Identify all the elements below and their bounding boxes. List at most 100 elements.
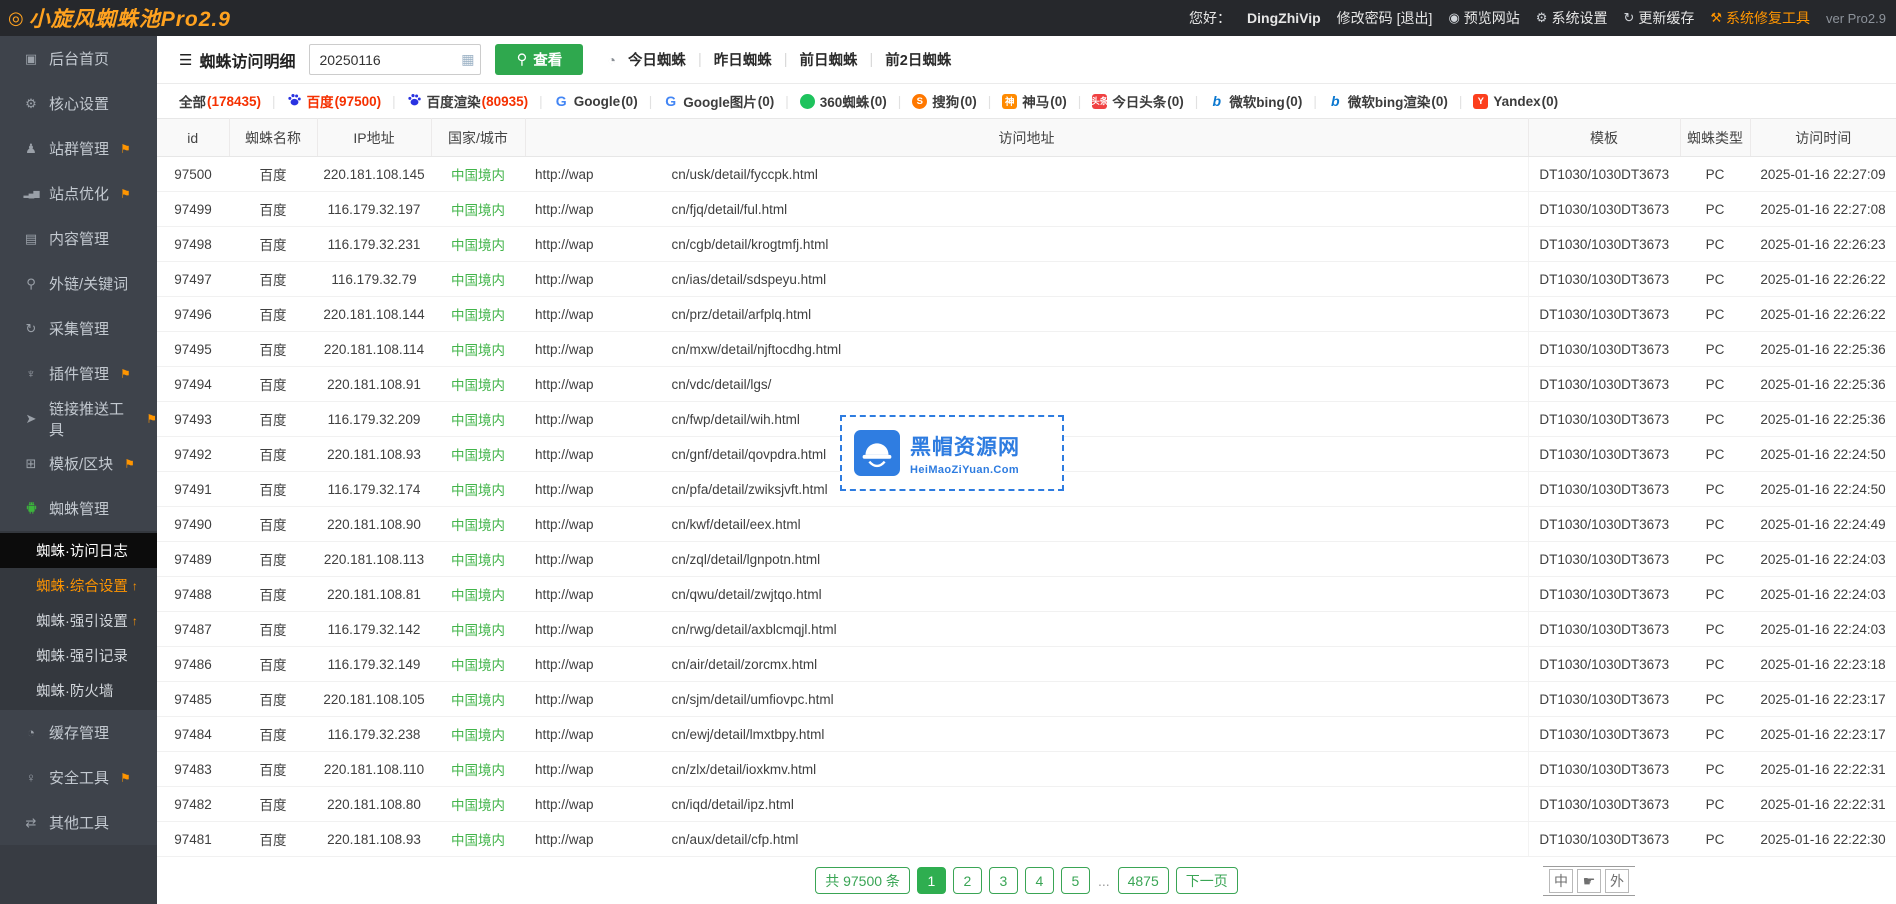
system-settings-link[interactable]: ⚙ 系统设置 <box>1536 8 1608 28</box>
toolbar: ☰ 蜘蛛访问明细 ▦ ⚲ 查看 ◔ 今日蜘蛛 | 昨日蜘蛛 | 前日蜘 <box>157 36 1896 84</box>
page-button[interactable]: 3 <box>989 867 1018 894</box>
sidebar-item-collect[interactable]: ↻ 采集管理 <box>0 306 157 351</box>
header-menu: 您好： DingZhiVip 修改密码 [退出] ◉ 预览网站 ⚙ 系统设置 ↻… <box>1189 8 1886 28</box>
cell-spider-name: 百度 <box>229 787 317 822</box>
filter-sogou[interactable]: S 搜狗(0) <box>887 91 977 111</box>
submenu-spider-force-settings[interactable]: 蜘蛛·强引设置 ↑ <box>0 603 157 638</box>
filter-360[interactable]: 360蜘蛛(0) <box>774 91 887 111</box>
sidebar-item-plugins[interactable]: ♆ 插件管理 ⚑ <box>0 351 157 396</box>
preview-site-link[interactable]: ◉ 预览网站 <box>1448 8 1519 28</box>
translate-widget[interactable]: 中 ☛ 外 <box>1543 866 1635 896</box>
sidebar-item-dashboard[interactable]: ▣ 后台首页 <box>0 36 157 81</box>
filter-google[interactable]: G Google(0) <box>528 94 638 109</box>
cell-url: http://wapcn/mxw/detail/njftocdhg.html <box>525 332 1528 367</box>
date-input[interactable] <box>319 52 461 68</box>
plug-icon: ♆ <box>22 366 40 381</box>
sidebar-item-link-push[interactable]: ➤ 链接推送工具 ⚑ <box>0 396 157 441</box>
sidebar-item-site-optimize[interactable]: ▂▄▆ 站点优化 ⚑ <box>0 171 157 216</box>
change-password-link[interactable]: 修改密码 <box>1337 8 1393 28</box>
quicklink-3days-ago[interactable]: 前2日蜘蛛 <box>885 49 951 70</box>
quicklink-2days-ago[interactable]: 前日蜘蛛 <box>800 49 858 70</box>
page-button[interactable]: 1 <box>917 867 946 894</box>
submenu-spider-force-records[interactable]: 蜘蛛·强引记录 <box>0 638 157 673</box>
heimao-logo-icon <box>854 430 900 476</box>
sidebar-item-spider-manage[interactable]: 蜘蛛管理 <box>0 486 157 531</box>
filter-bing[interactable]: b 微软bing(0) <box>1184 91 1303 111</box>
calendar-icon[interactable]: ▦ <box>461 51 474 68</box>
cell-country: 中国境内 <box>431 472 525 507</box>
filter-bing-render[interactable]: b 微软bing渲染(0) <box>1302 91 1448 111</box>
filter-shenma[interactable]: 神 神马(0) <box>977 91 1067 111</box>
cell-spider-type: PC <box>1680 787 1750 822</box>
page-button[interactable]: 4 <box>1025 867 1054 894</box>
filter-baidu[interactable]: 百度(97500) <box>261 91 381 111</box>
view-button[interactable]: ⚲ 查看 <box>495 44 583 75</box>
cell-url: http://wapcn/usk/detail/fyccpk.html <box>525 157 1528 192</box>
clock-icon: ◔ <box>607 52 615 68</box>
col-id: id <box>157 119 229 157</box>
update-cache-link[interactable]: ↻ 更新缓存 <box>1623 8 1694 28</box>
cell-country: 中国境内 <box>431 157 525 192</box>
cell-spider-name: 百度 <box>229 262 317 297</box>
sidebar-item-core-settings[interactable]: ⚙ 核心设置 <box>0 81 157 126</box>
cell-visit-time: 2025-01-16 22:25:36 <box>1750 367 1896 402</box>
page-button[interactable]: 4875 <box>1118 867 1169 894</box>
cell-spider-type: PC <box>1680 367 1750 402</box>
cell-country: 中国境内 <box>431 402 525 437</box>
gear-icon: ⚙ <box>22 96 40 112</box>
filter-yandex[interactable]: Y Yandex(0) <box>1448 94 1558 109</box>
submenu-spider-firewall[interactable]: 蜘蛛·防火墙 <box>0 673 157 708</box>
submenu-spider-access-log[interactable]: 蜘蛛·访问日志 <box>0 533 157 568</box>
next-page-button[interactable]: 下一页 <box>1176 867 1238 894</box>
cell-id: 97485 <box>157 682 229 717</box>
yandex-icon: Y <box>1473 94 1488 109</box>
cell-spider-type: PC <box>1680 437 1750 472</box>
filter-toutiao[interactable]: 头条 今日头条(0) <box>1067 91 1184 111</box>
page-button[interactable]: 5 <box>1061 867 1090 894</box>
table-body: 97500 百度 220.181.108.145 中国境内 http://wap… <box>157 157 1896 857</box>
page-button[interactable]: 2 <box>953 867 982 894</box>
table-row: 97498 百度 116.179.32.231 中国境内 http://wapc… <box>157 227 1896 262</box>
table-row: 97496 百度 220.181.108.144 中国境内 http://wap… <box>157 297 1896 332</box>
cell-ip: 116.179.32.174 <box>317 472 431 507</box>
cell-url: http://wapcn/sjm/detail/umfiovpc.html <box>525 682 1528 717</box>
repair-tool-link[interactable]: ⚒ 系统修复工具 <box>1710 8 1810 28</box>
bing-icon: b <box>1328 94 1343 109</box>
cell-id: 97493 <box>157 402 229 437</box>
filter-google-images[interactable]: G Google图片(0) <box>638 91 775 111</box>
sidebar-item-content[interactable]: ▤ 内容管理 <box>0 216 157 261</box>
cell-visit-time: 2025-01-16 22:23:17 <box>1750 717 1896 752</box>
gear-icon: ⚙ <box>1536 10 1548 26</box>
cell-country: 中国境内 <box>431 332 525 367</box>
cell-spider-type: PC <box>1680 227 1750 262</box>
logout-link[interactable]: [退出] <box>1397 8 1433 28</box>
cell-url: http://wapcn/zql/detail/lgnpotn.html <box>525 542 1528 577</box>
filter-all[interactable]: 全部(178435) <box>179 91 261 111</box>
cell-template: DT1030/1030DT3673 <box>1528 367 1680 402</box>
cell-spider-type: PC <box>1680 192 1750 227</box>
shuffle-icon: ⇄ <box>22 815 40 831</box>
cell-ip: 220.181.108.144 <box>317 297 431 332</box>
wrench-icon: ⚒ <box>1710 10 1722 26</box>
cell-template: DT1030/1030DT3673 <box>1528 717 1680 752</box>
sogou-icon: S <box>912 94 927 109</box>
sidebar-item-site-group[interactable]: ♟ 站群管理 ⚑ <box>0 126 157 171</box>
sidebar-item-templates-blocks[interactable]: ⊞ 模板/区块 ⚑ <box>0 441 157 486</box>
submenu-spider-general-settings[interactable]: 蜘蛛·综合设置 ↑ <box>0 568 157 603</box>
cell-spider-type: PC <box>1680 332 1750 367</box>
filter-baidu-render[interactable]: 百度渲染(80935) <box>381 91 528 111</box>
sidebar-item-links-keywords[interactable]: ⚲ 外链/关键词 <box>0 261 157 306</box>
page-ellipsis: ... <box>1097 867 1111 894</box>
cell-visit-time: 2025-01-16 22:26:22 <box>1750 297 1896 332</box>
sidebar-item-cache-manage[interactable]: ◔ 缓存管理 <box>0 710 157 755</box>
quicklink-yesterday[interactable]: 昨日蜘蛛 <box>714 49 772 70</box>
sidebar-item-security-tools[interactable]: ♀ 安全工具 ⚑ <box>0 755 157 800</box>
cell-template: DT1030/1030DT3673 <box>1528 787 1680 822</box>
cell-id: 97498 <box>157 227 229 262</box>
refresh-icon: ↻ <box>22 321 40 337</box>
sidebar-item-other-tools[interactable]: ⇄ 其他工具 <box>0 800 157 845</box>
up-arrow-icon: ↑ <box>132 579 138 593</box>
cell-id: 97483 <box>157 752 229 787</box>
cell-ip: 220.181.108.113 <box>317 542 431 577</box>
quicklink-today[interactable]: 今日蜘蛛 <box>628 49 686 70</box>
